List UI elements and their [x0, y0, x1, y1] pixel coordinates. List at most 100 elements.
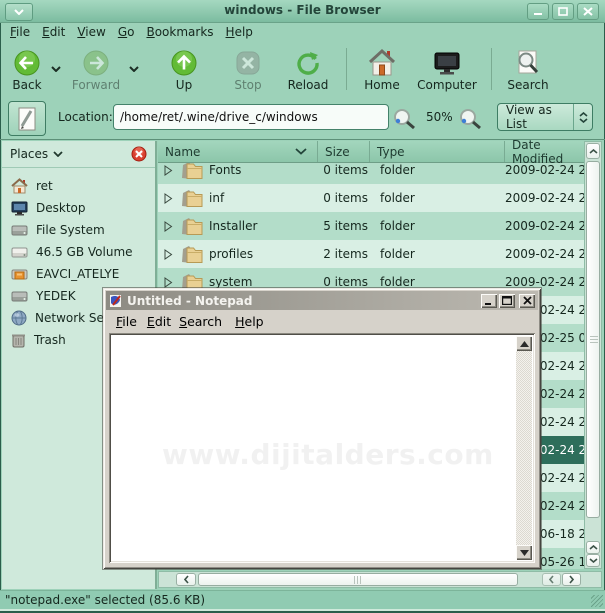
- chevron-down-icon: [129, 66, 139, 72]
- sidebar-item-ret[interactable]: ret: [2, 175, 155, 197]
- file-type: folder: [380, 163, 503, 177]
- notepad-menu-help[interactable]: Help: [235, 314, 264, 329]
- table-row[interactable]: profiles 2 items folder 2009-02-24 23:2: [158, 240, 584, 268]
- notepad-scroll-down-button[interactable]: [516, 545, 532, 560]
- back-history-dropdown[interactable]: [48, 49, 64, 89]
- location-input[interactable]: [113, 104, 389, 130]
- minimize-button[interactable]: [527, 3, 549, 20]
- maximize-icon: [558, 7, 568, 16]
- computer-icon: [432, 48, 462, 78]
- file-type: folder: [380, 247, 503, 261]
- window-title: windows - File Browser: [0, 3, 605, 17]
- notepad-text-area[interactable]: [109, 333, 535, 563]
- places-header[interactable]: Places: [2, 141, 155, 168]
- menu-bookmarks[interactable]: Bookmarks: [146, 25, 213, 39]
- scroll-right-button[interactable]: [562, 573, 581, 586]
- notepad-menu-edit[interactable]: Edit: [147, 314, 171, 329]
- horizontal-scroll-thumb[interactable]: [198, 573, 518, 586]
- view-mode-combo[interactable]: View as List: [497, 103, 593, 131]
- file-date: 2009-02-24 23:2: [505, 163, 584, 177]
- reload-button[interactable]: Reload: [282, 48, 334, 91]
- notepad-close-button[interactable]: [519, 294, 535, 308]
- search-button[interactable]: Search: [504, 48, 552, 91]
- maximize-icon: [502, 296, 512, 305]
- usb-drive-icon: [11, 267, 28, 281]
- scroll-up-button[interactable]: [586, 143, 600, 159]
- stop-button[interactable]: Stop: [226, 48, 270, 91]
- reload-icon: [293, 48, 323, 78]
- file-type: folder: [380, 219, 503, 233]
- close-sidebar-button[interactable]: [131, 146, 147, 162]
- expander-icon[interactable]: [164, 193, 173, 204]
- vertical-scroll-thumb[interactable]: [586, 161, 600, 518]
- trash-icon: [11, 332, 26, 348]
- vertical-scrollbar[interactable]: [584, 141, 602, 569]
- back-button[interactable]: Back: [6, 48, 48, 91]
- notepad-titlebar[interactable]: Untitled - Notepad: [106, 291, 538, 310]
- folder-icon: [179, 244, 203, 264]
- minimize-icon: [533, 7, 543, 16]
- resize-grip[interactable]: [591, 595, 603, 607]
- column-header-size[interactable]: Size: [318, 141, 370, 162]
- scroll-left-button-2[interactable]: [542, 573, 561, 586]
- scroll-left-button[interactable]: [176, 573, 196, 586]
- column-header-date-modified[interactable]: Date Modified: [505, 141, 584, 162]
- menu-go[interactable]: Go: [118, 25, 135, 39]
- notepad-vertical-scrollbar[interactable]: [516, 336, 532, 560]
- notepad-menu-search[interactable]: Search: [179, 314, 222, 329]
- home-icon: [367, 48, 397, 78]
- toolbar-separator: [491, 48, 492, 90]
- notepad-maximize-button[interactable]: [499, 294, 515, 308]
- home-icon: [11, 178, 28, 194]
- expander-icon[interactable]: [164, 249, 173, 260]
- forward-history-dropdown[interactable]: [126, 49, 142, 89]
- expander-icon[interactable]: [164, 277, 173, 288]
- forward-icon: [81, 48, 111, 78]
- name-cell: Installer: [158, 216, 323, 236]
- window-controls: [527, 3, 599, 20]
- zoom-in-button[interactable]: [458, 108, 484, 130]
- file-size: 0 items: [323, 191, 368, 205]
- scroll-up-button-2[interactable]: [586, 541, 600, 554]
- sidebar-item-volume[interactable]: 46.5 GB Volume: [2, 241, 155, 263]
- file-type: folder: [380, 275, 503, 289]
- file-size: 5 items: [323, 219, 368, 233]
- notepad-scroll-up-button[interactable]: [516, 336, 532, 351]
- scroll-down-button[interactable]: [586, 554, 600, 567]
- notepad-minimize-button[interactable]: [481, 294, 497, 308]
- notepad-menu-file[interactable]: File: [116, 314, 137, 329]
- horizontal-scrollbar[interactable]: [158, 571, 602, 588]
- edit-location-button[interactable]: [8, 101, 46, 136]
- table-row[interactable]: Installer 5 items folder 2009-02-24 23:2: [158, 212, 584, 240]
- sidebar-item-desktop[interactable]: Desktop: [2, 197, 155, 219]
- close-button[interactable]: [577, 3, 599, 20]
- menu-file[interactable]: File: [10, 25, 30, 39]
- maximize-button[interactable]: [552, 3, 574, 20]
- sort-indicator-icon: [295, 148, 307, 155]
- zoom-out-button[interactable]: [392, 108, 418, 130]
- up-button[interactable]: Up: [164, 48, 204, 91]
- table-row[interactable]: inf 0 items folder 2009-02-24 23:2: [158, 184, 584, 212]
- table-row[interactable]: Fonts 0 items folder 2009-02-24 23:2: [158, 163, 584, 184]
- forward-button[interactable]: Forward: [70, 48, 122, 91]
- expander-icon[interactable]: [164, 221, 173, 232]
- computer-button[interactable]: Computer: [415, 48, 479, 91]
- chevron-left-icon: [549, 575, 554, 584]
- chevron-up-icon: [579, 112, 588, 117]
- name-cell: inf: [158, 188, 323, 208]
- expander-icon[interactable]: [164, 165, 173, 176]
- chevron-down-icon: [51, 66, 61, 72]
- status-text: "notepad.exe" selected (85.6 KB): [5, 593, 205, 607]
- menu-edit[interactable]: Edit: [42, 25, 65, 39]
- menu-view[interactable]: View: [77, 25, 105, 39]
- column-header-name[interactable]: Name: [158, 141, 318, 162]
- sidebar-item-file-system[interactable]: File System: [2, 219, 155, 241]
- sidebar-item-eavci-atelye[interactable]: EAVCI_ATELYE: [2, 263, 155, 285]
- home-button[interactable]: Home: [359, 48, 405, 91]
- pencil-page-icon: [17, 107, 37, 131]
- column-header-type[interactable]: Type: [370, 141, 505, 162]
- menu-help[interactable]: Help: [226, 25, 253, 39]
- triangle-up-icon: [520, 341, 529, 347]
- close-red-icon: [131, 146, 147, 162]
- name-cell: Fonts: [158, 163, 323, 180]
